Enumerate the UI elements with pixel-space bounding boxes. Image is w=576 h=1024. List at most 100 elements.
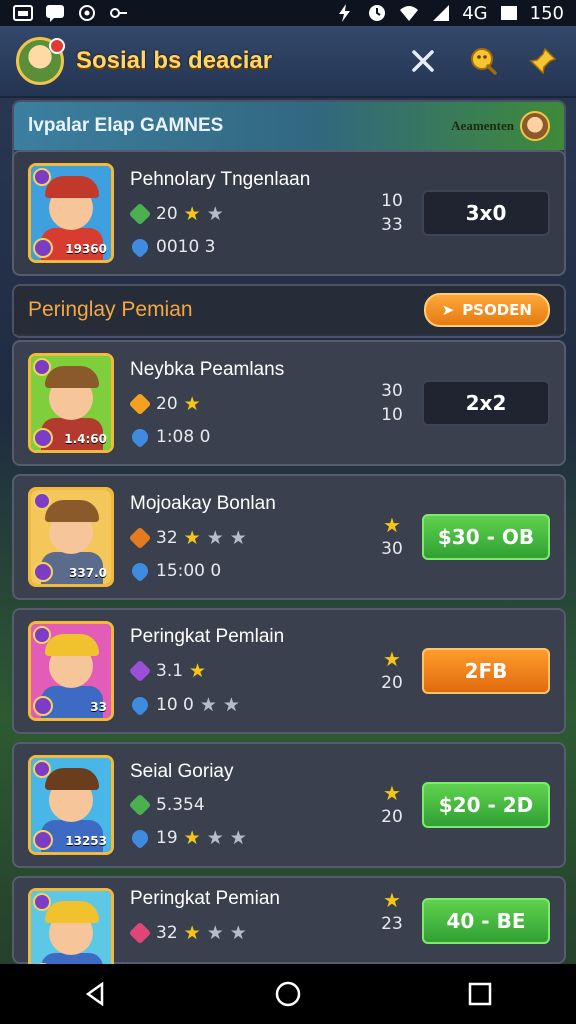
- gem-icon: [128, 526, 152, 550]
- player-action-button[interactable]: 3x0: [422, 190, 550, 236]
- action-label: $30 - OB: [437, 525, 535, 549]
- star-icon: ★: [183, 527, 201, 549]
- profile-avatar[interactable]: [16, 37, 65, 85]
- featured-panel-title: lvpalar Elap GAMNES: [28, 115, 224, 136]
- rank-star-icon: ★: [383, 647, 401, 671]
- player-portrait[interactable]: 1.4:60: [28, 353, 114, 453]
- player-stat-primary: 20: [156, 394, 178, 414]
- player-level: 337.0: [69, 566, 107, 580]
- ranking-toggle-button[interactable]: ➤ PSODEN: [423, 293, 550, 327]
- shield-icon: [128, 559, 152, 583]
- recents-icon: [468, 982, 492, 1006]
- player-action-button[interactable]: $20 - 2D: [422, 782, 550, 828]
- score-bottom: 23: [381, 914, 403, 934]
- star-empty-icon: ★: [229, 827, 247, 849]
- rank-star-icon: ★: [383, 513, 401, 537]
- back-icon: [85, 981, 104, 1007]
- key-icon: [108, 4, 130, 22]
- player-stat-primary: 32: [156, 923, 178, 943]
- star-icon: ★: [183, 393, 201, 415]
- rank-badge-icon: [33, 238, 53, 258]
- network-type: 4G: [462, 2, 488, 24]
- player-name: Seial Goriay: [130, 761, 234, 782]
- home-icon: [275, 981, 301, 1007]
- player-action-button[interactable]: 2x2: [422, 380, 550, 426]
- player-row[interactable]: 337.0 Mojoakay Bonlan 32 ★ ★ ★ 15:00 0 ★ 3…: [12, 474, 566, 600]
- player-action-button[interactable]: 2FB: [422, 648, 550, 694]
- player-row[interactable]: 13253 Seial Goriay 5.354 19 ★ ★ ★ ★ 20 $…: [12, 742, 566, 868]
- close-button[interactable]: [406, 44, 440, 78]
- player-name: Peringkat Pemlain: [130, 626, 285, 647]
- search-icon: [471, 48, 497, 75]
- player-row[interactable]: 33 Peringkat Pemlain 3.1 ★ 10 0 ★★ ★ 20: [12, 608, 566, 734]
- rank-star-icon: ★: [383, 888, 401, 912]
- player-portrait[interactable]: 33: [28, 621, 114, 721]
- class-badge-icon: [33, 492, 51, 510]
- search-button[interactable]: [466, 44, 500, 78]
- action-label: 3x0: [465, 201, 507, 225]
- player-stat-primary: 32: [156, 528, 178, 548]
- player-level: 13253: [65, 834, 107, 848]
- score-bottom: 30: [381, 539, 403, 559]
- player-portrait[interactable]: 13253: [28, 755, 114, 855]
- signal-icon: [430, 4, 452, 22]
- shield-icon: [128, 235, 152, 259]
- player-stat-secondary: 19: [156, 828, 178, 848]
- star-empty-icon: ★: [206, 203, 224, 225]
- player-row[interactable]: 1.4:60 Neybka Peamlans 20 ★ 1:08 0 30 10: [12, 340, 566, 466]
- bolt-icon: [334, 4, 356, 22]
- pin-button[interactable]: [526, 44, 560, 78]
- star-empty-icon: ★: [206, 827, 224, 849]
- shield-icon: [128, 826, 152, 850]
- player-row[interactable]: Peringkat Pemian 32 ★ ★ ★ ★ 23 40 - BE: [12, 876, 566, 988]
- action-label: $20 - 2D: [438, 793, 534, 817]
- back-button[interactable]: [76, 974, 116, 1014]
- class-badge-icon: [33, 760, 51, 778]
- class-badge-icon: [33, 893, 51, 911]
- play-icon: ➤: [441, 301, 455, 319]
- player-stat-secondary: 10 0: [156, 695, 194, 715]
- player-portrait[interactable]: 337.0: [28, 487, 114, 587]
- ranking-panel-title: Peringlay Pemian: [28, 298, 193, 321]
- action-label: 2FB: [464, 659, 508, 683]
- gem-icon: [128, 921, 152, 945]
- featured-avatar: [520, 111, 550, 141]
- star-icon: ★: [183, 922, 201, 944]
- system-nav-bar: [0, 964, 576, 1024]
- star-empty-icon: ★: [199, 694, 217, 716]
- app-header: Sosial bs deaciar: [0, 26, 576, 98]
- player-action-button[interactable]: $30 - OB: [422, 514, 550, 560]
- rank-badge-icon: [33, 428, 53, 448]
- class-badge-icon: [33, 626, 51, 644]
- rank-star-icon: ★: [383, 781, 401, 805]
- status-bar: 4G 150: [0, 0, 576, 26]
- home-button[interactable]: [268, 974, 308, 1014]
- score-bottom: 10: [381, 405, 403, 425]
- player-action-button[interactable]: 40 - BE: [422, 898, 550, 944]
- star-empty-icon: ★: [206, 922, 224, 944]
- score-top: 10: [381, 191, 403, 211]
- action-label: 40 - BE: [446, 909, 526, 933]
- player-stat-primary: 5.354: [156, 795, 205, 815]
- class-badge-icon: [33, 168, 51, 186]
- star-icon: ★: [189, 660, 207, 682]
- app-title: Sosial bs deaciar: [76, 47, 273, 74]
- player-stat-primary: 3.1: [156, 661, 184, 681]
- gem-icon: [128, 793, 152, 817]
- pin-icon: [529, 47, 557, 75]
- sync-icon: [76, 4, 98, 22]
- close-icon: [412, 50, 434, 72]
- gem-icon: [128, 392, 152, 416]
- player-name: Mojoakay Bonlan: [130, 493, 276, 514]
- gem-icon: [128, 202, 152, 226]
- player-portrait[interactable]: 19360: [28, 163, 114, 263]
- featured-tag: Aeamenten: [451, 118, 514, 133]
- star-icon: ★: [183, 827, 201, 849]
- score-bottom: 20: [381, 673, 403, 693]
- score-bottom: 20: [381, 807, 403, 827]
- player-row[interactable]: 19360 Pehnolary Tngenlaan 20 ★ ★ 0010 3 1…: [12, 150, 566, 276]
- player-name: Peringkat Pemian: [130, 888, 280, 909]
- battery-level: 150: [529, 2, 564, 24]
- player-level: 1.4:60: [64, 432, 107, 446]
- recents-button[interactable]: [460, 974, 500, 1014]
